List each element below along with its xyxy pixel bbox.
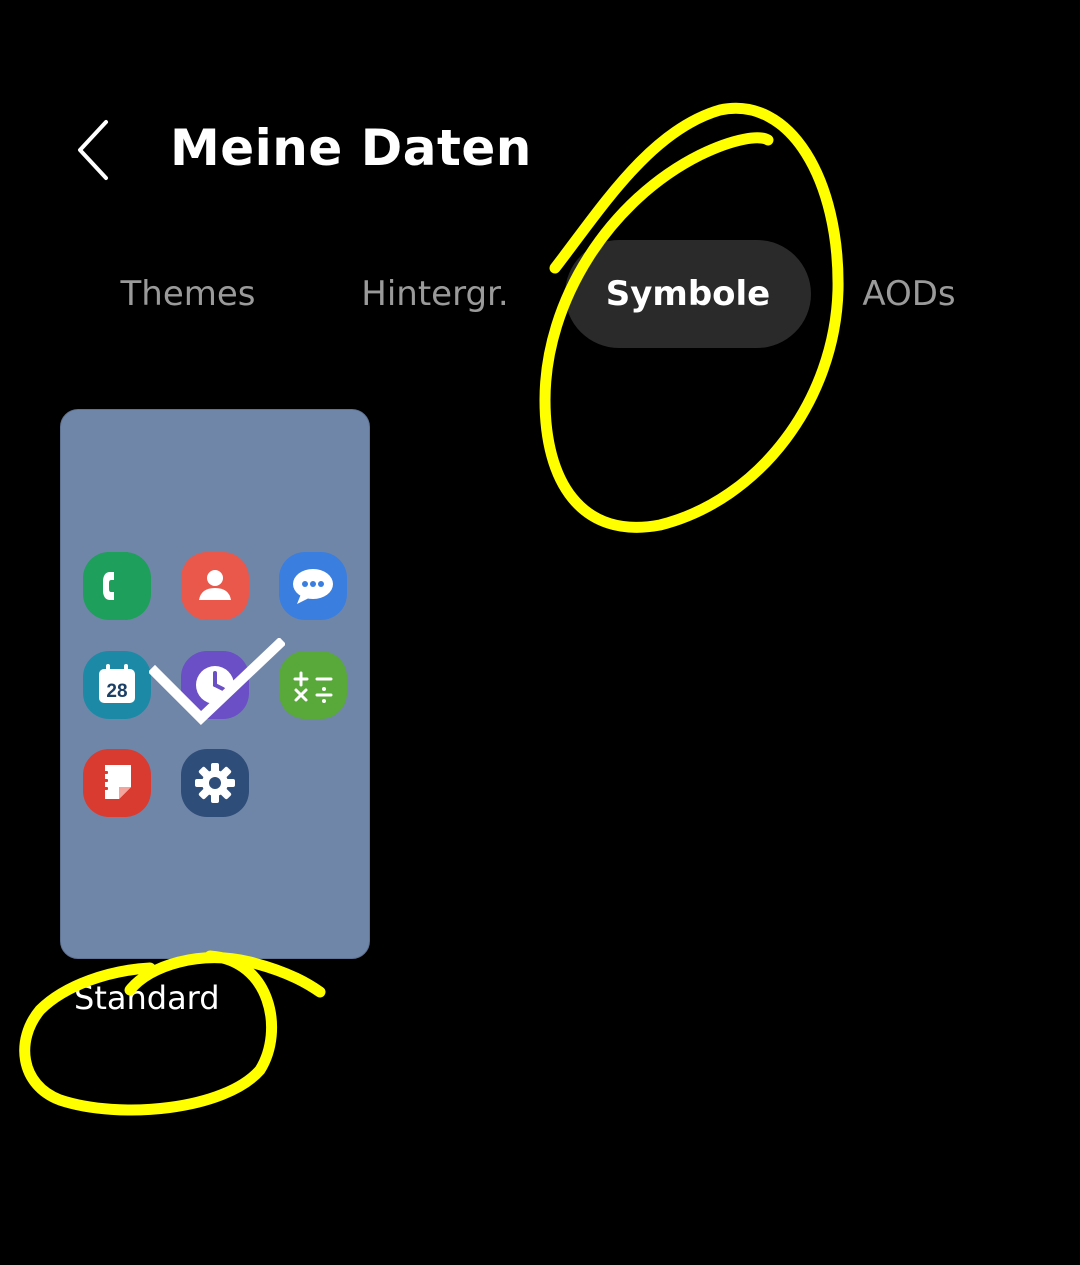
header-bar: Meine Daten (0, 100, 1080, 200)
messages-icon (279, 552, 347, 620)
chevron-left-icon (78, 120, 108, 180)
tab-aods[interactable]: AODs (835, 240, 983, 348)
page-title: Meine Daten (170, 119, 532, 177)
calendar-icon: 28 (83, 651, 151, 719)
settings-icon (181, 749, 249, 817)
tab-symbole[interactable]: Symbole (565, 240, 811, 348)
tab-bar: Themes Hintergr. Symbole AODs (0, 240, 1080, 350)
icon-pack-name: Standard (74, 979, 220, 1017)
back-button[interactable] (62, 112, 126, 188)
icon-pack-card-standard[interactable]: 28 (60, 409, 370, 959)
contacts-icon (181, 552, 249, 620)
tab-themes[interactable]: Themes (90, 240, 286, 348)
applied-check-icon (149, 638, 285, 730)
calculator-icon (279, 651, 347, 719)
calendar-day-label: 28 (106, 681, 127, 702)
tab-hintergrund[interactable]: Hintergr. (330, 240, 540, 348)
notes-icon (83, 749, 151, 817)
phone-icon (83, 552, 151, 620)
